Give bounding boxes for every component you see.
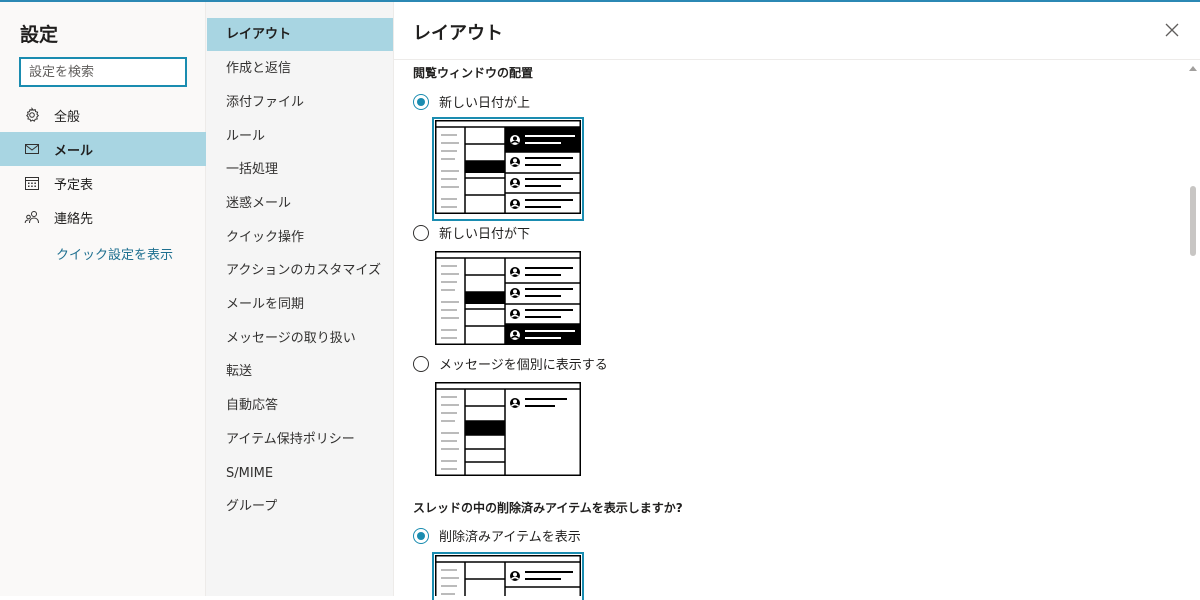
mail-nav-item[interactable]: クイック操作 xyxy=(207,221,393,254)
mail-nav-item[interactable]: 迷惑メール xyxy=(207,187,393,220)
category-general-label: 全般 xyxy=(54,109,81,125)
deleted-items-section-title: スレッドの中の削除済みアイテムを表示しますか? xyxy=(413,501,683,515)
settings-title: 設定 xyxy=(20,24,59,46)
radio-label: 新しい日付が上 xyxy=(439,96,531,111)
radio-button[interactable] xyxy=(413,355,429,372)
scroll-up-arrow-icon[interactable] xyxy=(1189,66,1197,71)
settings-search-box[interactable] xyxy=(19,57,187,87)
mail-nav-item[interactable]: 転送 xyxy=(207,355,393,388)
people-icon xyxy=(24,209,40,225)
radio-individual-messages[interactable]: メッセージを個別に表示する xyxy=(413,354,608,373)
gear-icon xyxy=(24,107,40,123)
radio-newest-on-bottom[interactable]: 新しい日付が下 xyxy=(413,223,530,242)
mail-nav-item[interactable]: レイアウト xyxy=(207,18,393,51)
mail-settings-nav: レイアウト 作成と返信 添付ファイル ルール 一括処理 迷惑メール クイック操作… xyxy=(206,2,394,596)
radio-button[interactable] xyxy=(413,224,429,241)
close-icon[interactable] xyxy=(1162,20,1182,40)
radio-button[interactable] xyxy=(413,93,429,110)
mail-nav-item[interactable]: メッセージの取り扱い xyxy=(207,322,393,355)
quick-settings-link[interactable]: クイック設定を表示 xyxy=(56,244,173,263)
preview-newest-on-bottom[interactable] xyxy=(435,251,581,349)
scrollbar[interactable] xyxy=(1186,60,1200,596)
category-calendar-label: 予定表 xyxy=(54,177,94,193)
settings-search-input[interactable] xyxy=(21,59,185,85)
mail-icon xyxy=(24,141,40,157)
scrollbar-thumb[interactable] xyxy=(1190,186,1196,256)
radio-newest-on-top[interactable]: 新しい日付が上 xyxy=(413,92,530,111)
radio-button[interactable] xyxy=(413,527,429,544)
mail-nav-item[interactable]: 添付ファイル xyxy=(207,86,393,119)
radio-label: 新しい日付が下 xyxy=(439,227,531,242)
category-mail-label: メール xyxy=(54,143,94,159)
radio-label: 削除済みアイテムを表示 xyxy=(439,530,581,545)
category-contacts[interactable]: 連絡先 xyxy=(0,200,206,234)
mail-nav-item[interactable]: 自動応答 xyxy=(207,389,393,422)
pane-header: レイアウト xyxy=(394,2,1200,60)
mail-nav-item[interactable]: アイテム保持ポリシー xyxy=(207,423,393,456)
radio-show-deleted-items[interactable]: 削除済みアイテムを表示 xyxy=(413,526,581,545)
category-mail[interactable]: メール xyxy=(0,132,206,166)
settings-dialog: 設定 全般 メール 予定表 連絡先 xyxy=(0,2,1200,600)
calendar-icon xyxy=(24,175,40,191)
preview-newest-on-top[interactable] xyxy=(432,117,584,221)
mail-nav-item[interactable]: アクションのカスタマイズ xyxy=(207,254,393,287)
mail-nav-item[interactable]: 作成と返信 xyxy=(207,52,393,85)
preview-show-deleted-items[interactable] xyxy=(432,552,584,600)
mail-nav-item[interactable]: 一括処理 xyxy=(207,153,393,186)
layout-settings-pane: レイアウト 閲覧ウィンドウの配置 新しい日付が上 新しい日付が下 メッセージを個… xyxy=(394,2,1200,600)
radio-label: メッセージを個別に表示する xyxy=(439,358,608,373)
pane-title: レイアウト xyxy=(413,23,503,44)
settings-category-nav: 設定 全般 メール 予定表 連絡先 xyxy=(0,2,206,596)
mail-nav-item[interactable]: ルール xyxy=(207,120,393,153)
preview-individual-messages[interactable] xyxy=(435,382,581,480)
reading-pane-section-title: 閲覧ウィンドウの配置 xyxy=(413,66,534,80)
category-general[interactable]: 全般 xyxy=(0,98,206,132)
category-calendar[interactable]: 予定表 xyxy=(0,166,206,200)
mail-nav-item[interactable]: S/MIME xyxy=(207,457,393,490)
mail-nav-item[interactable]: メールを同期 xyxy=(207,288,393,321)
category-contacts-label: 連絡先 xyxy=(54,211,94,227)
mail-nav-item[interactable]: グループ xyxy=(207,490,393,523)
